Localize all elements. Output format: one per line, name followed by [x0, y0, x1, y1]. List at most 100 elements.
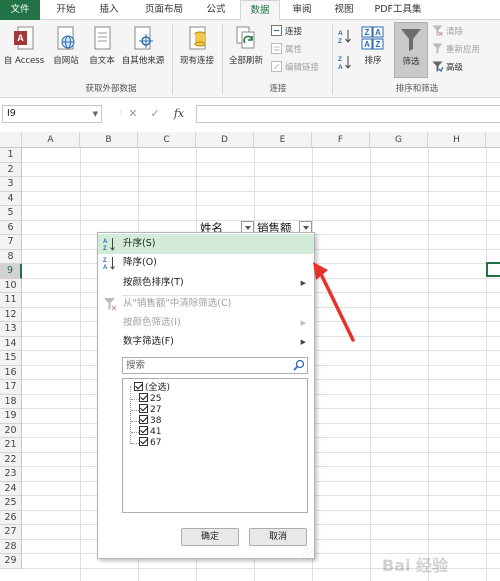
tab-page-layout[interactable]: 页面布局: [135, 0, 193, 20]
row-header[interactable]: 12: [0, 307, 22, 322]
row-header[interactable]: 28: [0, 539, 22, 554]
row-header[interactable]: 3: [0, 177, 22, 192]
cancel-edit-button[interactable]: ✕: [124, 105, 142, 123]
column-header-i[interactable]: [486, 132, 500, 148]
row-header[interactable]: 2: [0, 162, 22, 177]
column-header-c[interactable]: C: [138, 132, 196, 148]
checkbox[interactable]: [134, 382, 143, 391]
row-header[interactable]: 1: [0, 148, 22, 163]
tab-pdf-tools[interactable]: PDF工具集: [368, 0, 428, 20]
checkbox[interactable]: [139, 415, 148, 424]
refresh-icon: [236, 26, 255, 49]
sort-button[interactable]: Z A A Z 排序: [356, 26, 390, 66]
connections-button[interactable]: 连接: [271, 25, 302, 39]
column-header-a[interactable]: A: [22, 132, 80, 148]
menu-sort-by-color[interactable]: 按颜色排序(T) ▶: [98, 273, 314, 293]
checkbox[interactable]: [139, 393, 148, 402]
row-header[interactable]: 20: [0, 423, 22, 438]
column-header-h[interactable]: H: [428, 132, 486, 148]
row-header[interactable]: 29: [0, 554, 22, 569]
filter-value-27[interactable]: 27: [139, 404, 161, 415]
row-header[interactable]: 7: [0, 235, 22, 250]
menu-sort-descending[interactable]: Z A 降序(O): [98, 253, 314, 273]
advanced-filter-button[interactable]: 高级: [432, 61, 463, 75]
annotation-arrow-icon: [313, 262, 355, 342]
row-header[interactable]: 17: [0, 380, 22, 395]
filter-button[interactable]: 筛选: [394, 22, 428, 78]
edit-links-button: 编辑链接: [271, 61, 319, 75]
sort-z-a-icon[interactable]: Z A: [338, 54, 352, 70]
row-header[interactable]: 22: [0, 452, 22, 467]
column-header-b[interactable]: B: [80, 132, 138, 148]
from-access-button[interactable]: A 自 Access: [2, 26, 46, 66]
filter-value-67[interactable]: 67: [139, 437, 161, 448]
row-header[interactable]: 4: [0, 191, 22, 206]
name-box[interactable]: I9 ▼: [2, 105, 102, 123]
filter-value-41[interactable]: 41: [139, 426, 161, 437]
row-header[interactable]: 26: [0, 510, 22, 525]
column-header-g[interactable]: G: [370, 132, 428, 148]
tab-view[interactable]: 视图: [326, 0, 362, 20]
funnel-icon: [401, 29, 421, 51]
row-header[interactable]: 19: [0, 409, 22, 424]
row-header[interactable]: 9: [0, 264, 22, 279]
tab-formulas[interactable]: 公式: [198, 0, 234, 20]
row-header[interactable]: 14: [0, 336, 22, 351]
cancel-button[interactable]: 取消: [249, 528, 307, 546]
other-sources-icon: [134, 26, 153, 50]
row-header[interactable]: 11: [0, 293, 22, 308]
sort-ascending-icon: A Z: [103, 238, 115, 251]
row-header[interactable]: 5: [0, 206, 22, 221]
row-header[interactable]: 27: [0, 525, 22, 540]
search-icon[interactable]: [293, 359, 305, 371]
checkbox[interactable]: [139, 404, 148, 413]
row-header[interactable]: 24: [0, 481, 22, 496]
checkbox[interactable]: [139, 437, 148, 446]
filter-value-select-all[interactable]: (全选): [134, 382, 170, 393]
refresh-all-button[interactable]: 全部刷新: [224, 26, 268, 66]
sort-a-z-icon[interactable]: A Z: [338, 28, 352, 44]
from-web-button[interactable]: 自网站: [48, 26, 84, 66]
access-icon: A: [14, 26, 34, 50]
row-header[interactable]: 21: [0, 438, 22, 453]
chevron-down-icon[interactable]: ▼: [93, 106, 98, 122]
svg-text:A: A: [103, 265, 108, 270]
filter-value-25[interactable]: 25: [139, 393, 161, 404]
filter-value-38[interactable]: 38: [139, 415, 161, 426]
grid-line: [22, 205, 500, 206]
formula-input[interactable]: [196, 105, 500, 123]
row-header[interactable]: 10: [0, 278, 22, 293]
row-header[interactable]: 6: [0, 220, 22, 235]
ok-button[interactable]: 确定: [181, 528, 239, 546]
menu-number-filters[interactable]: 数字筛选(F) ▶: [98, 332, 314, 352]
checkbox[interactable]: [139, 426, 148, 435]
insert-function-button[interactable]: fx: [170, 105, 188, 123]
resize-grip-icon[interactable]: ⋰⋰: [302, 549, 313, 556]
column-header-d[interactable]: D: [196, 132, 254, 148]
row-header[interactable]: 13: [0, 322, 22, 337]
tab-home[interactable]: 开始: [48, 0, 84, 20]
tab-insert[interactable]: 插入: [90, 0, 128, 20]
select-all-corner[interactable]: [0, 132, 22, 148]
from-text-button[interactable]: 自文本: [84, 26, 120, 66]
row-header[interactable]: 8: [0, 249, 22, 264]
tree-line: [131, 399, 139, 400]
row-header[interactable]: 23: [0, 467, 22, 482]
tab-data[interactable]: 数据: [240, 0, 280, 21]
existing-connections-button[interactable]: 现有连接: [174, 26, 220, 66]
menu-sort-ascending[interactable]: A Z 升序(S): [98, 234, 314, 254]
row-header[interactable]: 18: [0, 394, 22, 409]
row-header[interactable]: 16: [0, 365, 22, 380]
filter-search-input[interactable]: 搜索: [122, 357, 308, 374]
column-header-f[interactable]: F: [312, 132, 370, 148]
tab-review[interactable]: 审阅: [284, 0, 320, 20]
row-header[interactable]: 15: [0, 351, 22, 366]
web-icon: [57, 26, 75, 50]
active-cell-i9[interactable]: [486, 262, 500, 277]
confirm-edit-button[interactable]: ✓: [146, 105, 164, 123]
row-header[interactable]: 25: [0, 496, 22, 511]
from-other-sources-button[interactable]: 自其他来源: [118, 26, 168, 66]
column-header-e[interactable]: E: [254, 132, 312, 148]
svg-text:A: A: [17, 33, 24, 43]
tab-file[interactable]: 文件: [0, 0, 40, 20]
